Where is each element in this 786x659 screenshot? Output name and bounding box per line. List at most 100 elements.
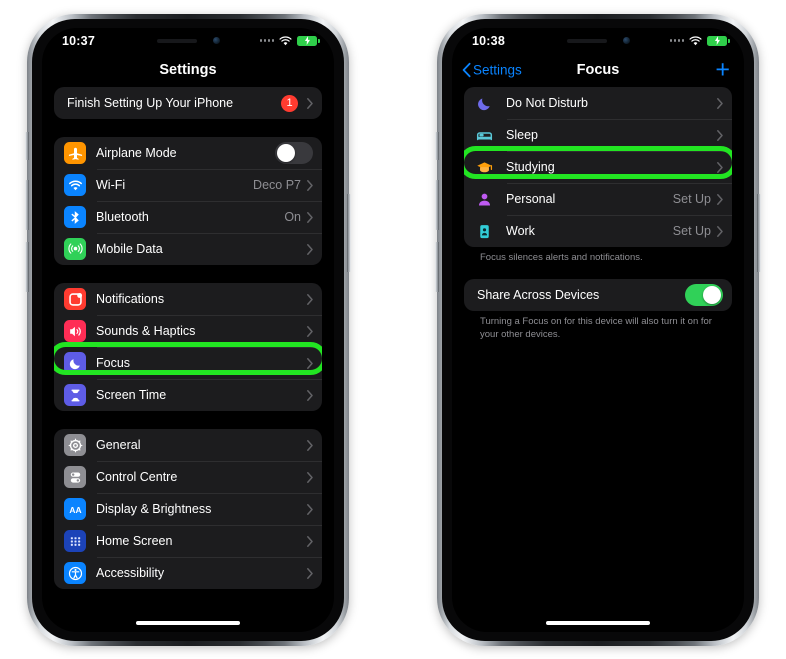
settings-row-home-screen[interactable]: Home Screen xyxy=(54,525,322,557)
settings-screen: 10:37 Settings Finish Setting Up Your iP… xyxy=(42,28,334,632)
row-label: Personal xyxy=(506,192,556,206)
settings-row-airplane-mode[interactable]: Airplane Mode xyxy=(54,137,322,169)
row-value: Set Up xyxy=(672,192,711,206)
id-badge-icon xyxy=(474,220,494,242)
share-across-devices-label: Share Across Devices xyxy=(477,287,600,302)
row-label: Screen Time xyxy=(96,388,167,402)
status-bar: 10:37 xyxy=(42,28,334,53)
home-indicator[interactable] xyxy=(136,621,240,625)
settings-row-wifi[interactable]: Wi-Fi Deco P7 xyxy=(54,169,322,201)
settings-row-mobile-data[interactable]: Mobile Data xyxy=(54,233,322,265)
silence-switch[interactable] xyxy=(435,132,439,160)
status-indicators xyxy=(259,35,320,46)
settings-row-general[interactable]: General xyxy=(54,429,322,461)
settings-row-bluetooth[interactable]: Bluetooth On xyxy=(54,201,322,233)
status-indicators xyxy=(669,35,730,46)
volume-down-button[interactable] xyxy=(25,242,29,292)
row-label: Studying xyxy=(506,160,555,174)
moon-icon xyxy=(64,352,86,374)
status-time: 10:38 xyxy=(472,33,505,48)
page-title: Focus xyxy=(576,62,620,78)
chevron-right-icon xyxy=(307,325,313,337)
finish-setup-group: Finish Setting Up Your iPhone 1 xyxy=(54,87,322,119)
speaker-wave-icon xyxy=(64,320,86,342)
focus-row-do-not-disturb[interactable]: Do Not Disturb xyxy=(464,87,732,119)
status-bar: 10:38 xyxy=(452,28,744,53)
share-across-devices-row[interactable]: Share Across Devices xyxy=(464,279,732,311)
device-bezel: 10:37 Settings Finish Setting Up Your iP… xyxy=(32,19,344,641)
row-label: Mobile Data xyxy=(96,242,163,256)
signal-dots-icon xyxy=(669,39,684,42)
chevron-right-icon xyxy=(307,567,313,579)
row-label: Display & Brightness xyxy=(96,502,212,516)
row-label: Accessibility xyxy=(96,566,165,580)
power-button[interactable] xyxy=(757,194,761,272)
row-label: Focus xyxy=(96,356,131,370)
chevron-right-icon xyxy=(307,535,313,547)
wifi-icon xyxy=(64,174,86,196)
settings-row-sounds-haptics[interactable]: Sounds & Haptics xyxy=(54,315,322,347)
bluetooth-icon xyxy=(64,206,86,228)
settings-row-accessibility[interactable]: Accessibility xyxy=(54,557,322,589)
home-indicator[interactable] xyxy=(546,621,650,625)
focus-row-personal[interactable]: Personal Set Up xyxy=(464,183,732,215)
person-icon xyxy=(474,188,494,210)
row-label: Control Centre xyxy=(96,470,178,484)
connectivity-group: Airplane Mode Wi-Fi Deco P7 Bluetooth On… xyxy=(54,137,322,265)
chevron-right-icon xyxy=(307,179,313,191)
battery-charging-icon xyxy=(707,35,730,46)
accessibility-icon xyxy=(64,562,86,584)
settings-row-display-brightness[interactable]: AA Display & Brightness xyxy=(54,493,322,525)
settings-row-screen-time[interactable]: Screen Time xyxy=(54,379,322,411)
notifications-group: Notifications Sounds & Haptics Focus Scr… xyxy=(54,283,322,411)
row-value: Set Up xyxy=(672,224,711,238)
focus-row-sleep[interactable]: Sleep xyxy=(464,119,732,151)
power-button[interactable] xyxy=(347,194,351,272)
chevron-right-icon xyxy=(307,211,313,223)
device-bezel: 10:38 Settings Focus + Do Not Disturb Sl… xyxy=(442,19,754,641)
graduation-cap-icon xyxy=(474,156,494,178)
focus-content: Do Not Disturb Sleep Studying Personal S… xyxy=(452,87,744,341)
settings-row-focus[interactable]: Focus xyxy=(54,347,322,379)
chevron-right-icon xyxy=(307,243,313,255)
home-grid-icon xyxy=(64,530,86,552)
chevron-right-icon xyxy=(307,357,313,369)
general-group: General Control Centre AA Display & Brig… xyxy=(54,429,322,589)
volume-up-button[interactable] xyxy=(435,180,439,230)
row-label: Bluetooth xyxy=(96,210,149,224)
chevron-left-icon xyxy=(462,62,471,78)
chevron-right-icon xyxy=(717,97,723,109)
chevron-right-icon xyxy=(307,389,313,401)
silence-switch[interactable] xyxy=(25,132,29,160)
focus-list-group: Do Not Disturb Sleep Studying Personal S… xyxy=(464,87,732,247)
volume-up-button[interactable] xyxy=(25,180,29,230)
share-across-devices-toggle[interactable] xyxy=(685,283,723,306)
chevron-right-icon xyxy=(307,439,313,451)
chevron-right-icon xyxy=(307,293,313,305)
focus-row-work[interactable]: Work Set Up xyxy=(464,215,732,247)
chevron-right-icon xyxy=(717,225,723,237)
bed-icon xyxy=(474,124,494,146)
row-value: On xyxy=(284,210,301,224)
settings-row-control-centre[interactable]: Control Centre xyxy=(54,461,322,493)
page-title: Settings xyxy=(159,62,217,78)
signal-dots-icon xyxy=(259,39,274,42)
chevron-right-icon xyxy=(307,471,313,483)
wifi-icon xyxy=(689,35,702,45)
chevron-right-icon xyxy=(307,97,313,109)
row-label: Home Screen xyxy=(96,534,173,548)
volume-down-button[interactable] xyxy=(435,242,439,292)
share-footnote: Turning a Focus on for this device will … xyxy=(480,315,712,340)
row-label: Airplane Mode xyxy=(96,146,177,160)
finish-setup-row[interactable]: Finish Setting Up Your iPhone 1 xyxy=(54,87,322,119)
focus-row-studying[interactable]: Studying xyxy=(464,151,732,183)
chevron-right-icon xyxy=(717,161,723,173)
back-to-settings-button[interactable]: Settings xyxy=(462,63,522,78)
airplane-mode-toggle[interactable] xyxy=(275,142,313,164)
status-time: 10:37 xyxy=(62,33,95,48)
add-focus-button[interactable]: + xyxy=(715,57,730,83)
share-across-devices-group: Share Across Devices xyxy=(464,278,732,311)
settings-row-notifications[interactable]: Notifications xyxy=(54,283,322,315)
wifi-icon xyxy=(279,35,292,45)
back-label: Settings xyxy=(473,62,522,78)
